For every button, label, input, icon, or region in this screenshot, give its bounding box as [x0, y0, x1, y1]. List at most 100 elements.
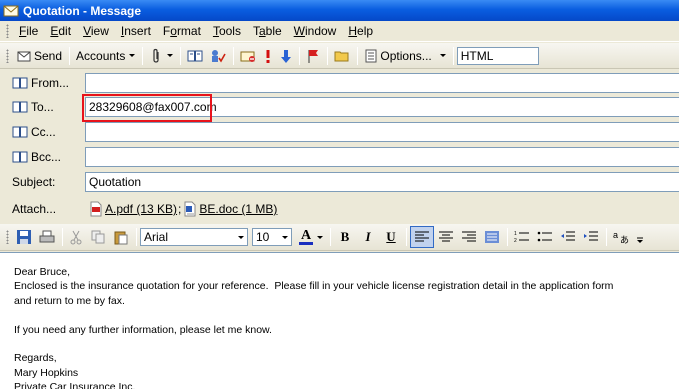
- from-button[interactable]: From...: [12, 76, 69, 90]
- body-line: Dear Bruce,: [14, 266, 71, 278]
- menu-bar: File Edit View Insert Format Tools Table Window…: [0, 21, 679, 42]
- send-icon: [17, 51, 31, 61]
- open-button[interactable]: [331, 45, 353, 67]
- align-center-icon: [439, 231, 453, 242]
- cc-field[interactable]: [85, 122, 679, 142]
- bold-button[interactable]: B: [334, 226, 356, 248]
- menu-accelerator: W: [293, 23, 305, 38]
- menu-item[interactable]: Edit: [44, 22, 77, 41]
- to-button[interactable]: To...: [12, 100, 54, 114]
- decrease-indent-button[interactable]: [557, 226, 579, 248]
- align-center-button[interactable]: [435, 226, 457, 248]
- folder-icon: [334, 51, 349, 61]
- menu-item[interactable]: Insert: [115, 22, 157, 41]
- menu-item[interactable]: Window: [288, 22, 343, 41]
- body-line: Enclosed is the insurance quotation for …: [14, 280, 614, 293]
- check-names-button[interactable]: [207, 45, 229, 67]
- toolbar-grip[interactable]: [6, 48, 9, 63]
- chevron-down-icon[interactable]: [439, 54, 446, 57]
- numbered-list-icon: 12: [514, 231, 529, 244]
- message-format-value: HTML: [460, 48, 494, 63]
- cut-button[interactable]: [66, 226, 86, 248]
- attach-button[interactable]: Attach...: [12, 202, 56, 216]
- floppy-disk-icon: [17, 230, 31, 244]
- font-select[interactable]: Arial: [140, 228, 248, 246]
- subject-label: Subject:: [12, 175, 56, 189]
- menu-item[interactable]: Format: [157, 22, 207, 41]
- body-line: Regards,: [14, 352, 57, 365]
- from-row: From...: [0, 72, 679, 94]
- align-left-icon: [415, 231, 429, 242]
- follow-up-flag-button[interactable]: [303, 45, 323, 67]
- message-format-select[interactable]: HTML: [456, 46, 539, 65]
- menu-item[interactable]: Help: [342, 22, 379, 41]
- menu-text: iew: [90, 23, 109, 38]
- menu-item[interactable]: View: [77, 22, 115, 41]
- permission-button[interactable]: [237, 45, 259, 67]
- print-button[interactable]: [36, 226, 58, 248]
- options-button[interactable]: Options...: [361, 45, 448, 67]
- toolbar-grip[interactable]: [6, 230, 9, 244]
- word-doc-icon: [184, 201, 196, 217]
- menu-text: nsert: [124, 23, 151, 38]
- body-line: If you need any further information, ple…: [14, 323, 272, 336]
- menu-item[interactable]: Tools: [207, 22, 247, 41]
- align-left-button[interactable]: [410, 226, 434, 248]
- toolbar-separator: [606, 228, 607, 246]
- menu-accelerator: a: [258, 23, 266, 38]
- font-size-select[interactable]: 10: [252, 228, 292, 246]
- menubar-grip[interactable]: [6, 24, 9, 38]
- align-right-button[interactable]: [458, 226, 480, 248]
- body-line: [14, 337, 665, 351]
- bullet-list-icon: [537, 231, 552, 242]
- body-line: [14, 308, 665, 322]
- attachment-separator: ;: [178, 202, 182, 216]
- cc-label: Cc...: [31, 125, 56, 139]
- title-bar: Quotation - Message: [0, 0, 679, 21]
- font-size-value: 10: [256, 230, 270, 244]
- cc-button[interactable]: Cc...: [12, 125, 56, 139]
- attachment-name: BE.doc (1 MB): [199, 202, 278, 216]
- bcc-button[interactable]: Bcc...: [12, 150, 61, 164]
- send-button[interactable]: Send: [13, 45, 65, 67]
- address-book-button[interactable]: [184, 45, 206, 67]
- menu-text: ools: [218, 23, 241, 38]
- subject-field[interactable]: Quotation: [85, 172, 679, 192]
- envelope-icon: [3, 5, 19, 16]
- underline-button[interactable]: U: [380, 226, 402, 248]
- menu-text: ile: [26, 23, 39, 38]
- menu-text: dit: [58, 23, 72, 38]
- increase-indent-button[interactable]: [580, 226, 602, 248]
- high-importance-button[interactable]: [260, 45, 276, 67]
- insert-file-button[interactable]: [146, 45, 176, 67]
- font-color-button[interactable]: A: [296, 226, 326, 248]
- toolbar-overflow-button[interactable]: [635, 226, 645, 248]
- research-button[interactable]: aあ: [610, 226, 634, 248]
- cc-row: Cc...: [0, 121, 679, 143]
- bullets-button[interactable]: [534, 226, 556, 248]
- attachment-doc[interactable]: BE.doc (1 MB): [183, 201, 277, 217]
- justify-button[interactable]: [481, 226, 503, 248]
- low-importance-button[interactable]: [277, 45, 295, 67]
- paste-button[interactable]: [110, 226, 132, 248]
- body-line: Private Car Insurance Inc.: [14, 381, 136, 389]
- toolbar-separator: [330, 228, 331, 246]
- accounts-button[interactable]: Accounts: [73, 45, 138, 67]
- down-arrow-icon: [281, 49, 292, 63]
- bcc-field[interactable]: [85, 147, 679, 167]
- svg-text:あ: あ: [620, 235, 629, 245]
- from-field[interactable]: [85, 73, 679, 93]
- flag-icon: [308, 49, 319, 63]
- message-body[interactable]: Dear Bruce, Enclosed is the insurance quo…: [0, 252, 679, 389]
- options-icon: [365, 49, 377, 62]
- permission-envelope-icon: [240, 51, 256, 62]
- attachment-pdf[interactable]: A.pdf (13 KB): [89, 201, 177, 217]
- save-button[interactable]: [13, 226, 35, 248]
- menu-accelerator: V: [83, 23, 91, 38]
- chevron-down-icon: [234, 229, 247, 245]
- numbering-button[interactable]: 12: [511, 226, 533, 248]
- menu-item[interactable]: File: [13, 22, 44, 41]
- copy-button[interactable]: [87, 226, 109, 248]
- menu-item[interactable]: Table: [247, 22, 288, 41]
- italic-button[interactable]: I: [357, 226, 379, 248]
